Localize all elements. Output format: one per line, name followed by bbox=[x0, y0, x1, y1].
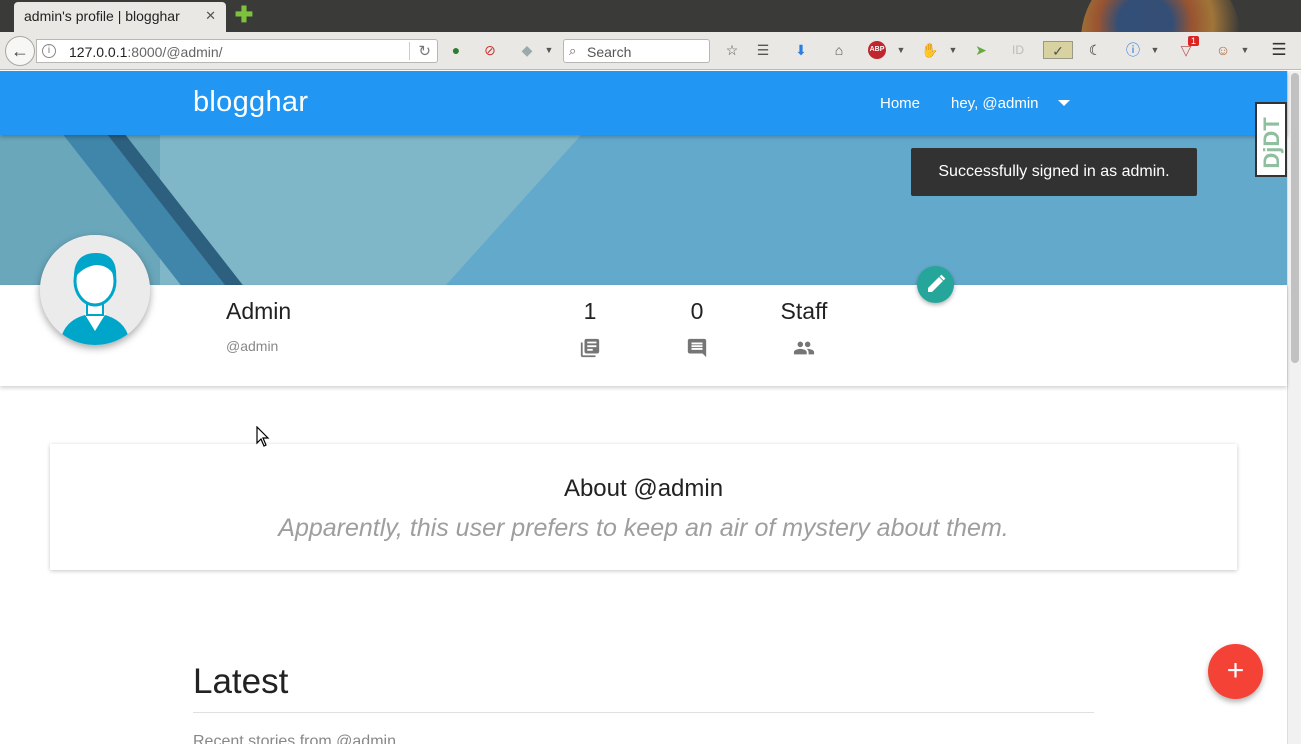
reading-list-icon[interactable]: ☰ bbox=[754, 41, 772, 59]
download-manager-icon[interactable]: ⓘ bbox=[1124, 41, 1142, 59]
mouse-cursor-icon bbox=[256, 426, 270, 447]
search-input[interactable]: ⌕ Search bbox=[563, 39, 710, 63]
page-scrollbar[interactable] bbox=[1287, 71, 1301, 744]
comment-icon bbox=[687, 338, 707, 358]
about-card: About @admin Apparently, this user prefe… bbox=[50, 444, 1237, 570]
menu-icon[interactable]: ☰ bbox=[1270, 41, 1288, 59]
new-tab-icon[interactable]: ✚ bbox=[233, 4, 255, 26]
tab-title: admin's profile | blogghar bbox=[24, 8, 180, 24]
screenshot-extension-icon[interactable]: ✓ bbox=[1043, 41, 1073, 59]
signin-toast: Successfully signed in as admin. bbox=[911, 148, 1197, 196]
cursor-extension-icon[interactable]: ➤ bbox=[972, 41, 990, 59]
user-menu-link[interactable]: hey, @admin bbox=[951, 95, 1039, 112]
extension-blocked-icon[interactable]: ⊘ bbox=[481, 41, 499, 59]
latest-subtitle: Recent stories from @admin bbox=[193, 733, 396, 744]
profile-bar bbox=[0, 285, 1287, 386]
profile-name: Admin bbox=[226, 298, 292, 324]
info-icon[interactable]: i bbox=[42, 44, 56, 58]
download-icon[interactable]: ⬇ bbox=[792, 41, 810, 59]
site-brand[interactable]: blogghar bbox=[193, 86, 308, 119]
extension-green-icon[interactable]: ● bbox=[447, 41, 465, 59]
people-icon bbox=[793, 341, 815, 355]
url-text: 127.0.0.1:8000/@admin/ bbox=[69, 44, 223, 60]
avatar bbox=[40, 235, 150, 345]
home-icon[interactable]: ⌂ bbox=[830, 41, 848, 59]
extension-grey-icon[interactable]: ◆ bbox=[518, 41, 536, 59]
search-icon: ⌕ bbox=[569, 43, 577, 58]
browser-toolbar: ← i 127.0.0.1:8000/@admin/ ↻ ● ⊘ ◆ ▼ ⌕ S… bbox=[0, 32, 1301, 70]
profile-handle: @admin bbox=[226, 338, 279, 354]
comments-count: 0 bbox=[690, 298, 704, 324]
search-placeholder: Search bbox=[587, 44, 632, 60]
nav-home-link[interactable]: Home bbox=[880, 95, 920, 112]
role-label: Staff bbox=[780, 298, 828, 324]
debug-toolbar-handle[interactable]: DjDT bbox=[1255, 102, 1287, 177]
debug-toolbar-label: DjDT bbox=[1259, 117, 1284, 169]
tab-close-icon[interactable]: ✕ bbox=[205, 8, 216, 24]
chevron-down-icon[interactable]: ▼ bbox=[1146, 41, 1164, 59]
latest-heading: Latest bbox=[193, 662, 289, 701]
stories-count: 1 bbox=[583, 298, 597, 324]
add-story-button[interactable]: + bbox=[1208, 644, 1263, 699]
scrollbar-thumb[interactable] bbox=[1291, 73, 1299, 363]
library-books-icon bbox=[580, 338, 600, 358]
chevron-down-icon[interactable]: ▼ bbox=[540, 41, 558, 59]
chevron-down-icon[interactable]: ▼ bbox=[944, 41, 962, 59]
id-extension-icon[interactable]: ID bbox=[1009, 41, 1027, 59]
browser-tab-bar: admin's profile | blogghar ✕ ✚ bbox=[0, 0, 1301, 32]
divider bbox=[193, 712, 1094, 713]
firefox-theme-art bbox=[1081, 0, 1241, 32]
greasemonkey-icon[interactable]: ☺ bbox=[1214, 41, 1232, 59]
url-path: :8000/@admin/ bbox=[127, 44, 223, 60]
dropdown-caret-icon[interactable] bbox=[1058, 100, 1070, 106]
browser-tab[interactable]: admin's profile | blogghar ✕ bbox=[14, 2, 226, 32]
url-host: 127.0.0.1 bbox=[69, 44, 128, 60]
pencil-icon bbox=[928, 274, 946, 292]
about-title: About @admin bbox=[563, 475, 724, 502]
back-arrow-icon[interactable]: ← bbox=[5, 36, 35, 66]
adblock-icon[interactable]: ABP bbox=[868, 41, 886, 59]
bookmark-star-icon[interactable]: ☆ bbox=[723, 41, 741, 59]
site-header: blogghar Home hey, @admin bbox=[0, 71, 1287, 135]
night-mode-icon[interactable]: ☾ bbox=[1086, 41, 1104, 59]
extension-hand-icon[interactable]: ✋ bbox=[921, 41, 939, 59]
reload-icon[interactable]: ↻ bbox=[409, 42, 431, 60]
chevron-down-icon[interactable]: ▼ bbox=[1236, 41, 1254, 59]
edit-profile-button[interactable] bbox=[917, 266, 954, 303]
url-bar[interactable]: i 127.0.0.1:8000/@admin/ ↻ bbox=[36, 39, 438, 63]
user-avatar-icon bbox=[40, 235, 150, 345]
notification-badge: 1 bbox=[1188, 36, 1200, 46]
chevron-down-icon[interactable]: ▼ bbox=[892, 41, 910, 59]
about-text: Apparently, this user prefers to keep an… bbox=[278, 514, 1009, 542]
